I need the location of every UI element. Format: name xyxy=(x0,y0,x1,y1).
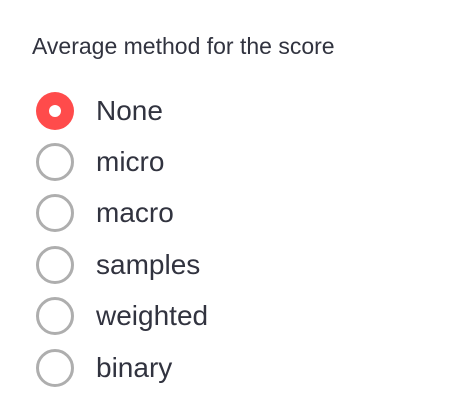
radio-button-selected-icon[interactable] xyxy=(36,91,74,130)
radio-option-label[interactable]: micro xyxy=(96,143,164,181)
radio-group-label: Average method for the score xyxy=(32,33,335,59)
radio-option-label[interactable]: None xyxy=(96,92,163,130)
radio-option-weighted[interactable]: weighted xyxy=(0,291,450,342)
radio-option-label[interactable]: weighted xyxy=(96,297,208,335)
radio-option-binary[interactable]: binary xyxy=(0,342,450,393)
radio-option-samples[interactable]: samples xyxy=(0,239,450,290)
radio-button-icon[interactable] xyxy=(36,194,74,233)
radio-option-label[interactable]: macro xyxy=(96,194,174,232)
radio-option-micro[interactable]: micro xyxy=(0,136,450,187)
radio-button-icon[interactable] xyxy=(36,143,74,182)
radio-option-label[interactable]: binary xyxy=(96,349,172,387)
average-method-radio-group: Average method for the score None micro … xyxy=(0,0,450,416)
radio-options: None micro macro samples weighted binary xyxy=(0,85,450,393)
radio-option-label[interactable]: samples xyxy=(96,246,200,284)
radio-option-macro[interactable]: macro xyxy=(0,188,450,239)
radio-button-icon[interactable] xyxy=(36,297,74,336)
radio-button-icon[interactable] xyxy=(36,245,74,284)
radio-option-none[interactable]: None xyxy=(0,85,450,136)
radio-button-icon[interactable] xyxy=(36,348,74,387)
